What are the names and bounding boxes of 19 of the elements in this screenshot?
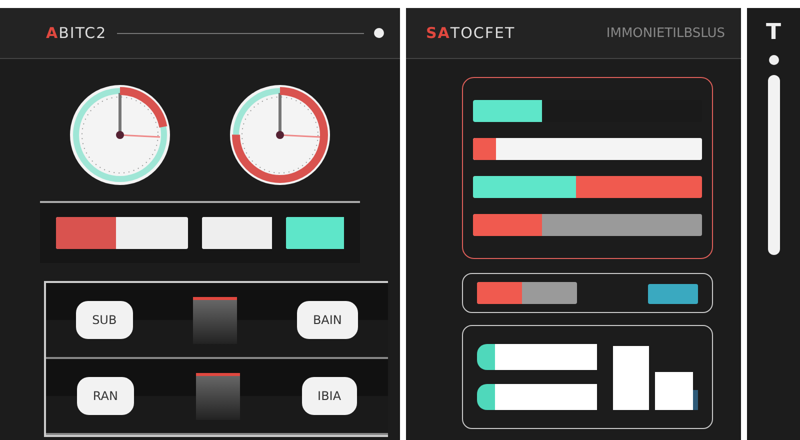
color-block[interactable]: [286, 217, 344, 249]
slider-slot: [196, 372, 240, 420]
list-item[interactable]: [477, 344, 597, 370]
panel-subtitle: IMMONIETILBSLUS: [606, 26, 725, 40]
panel-title: ABITC2: [46, 24, 107, 42]
slider-label[interactable]: SUB: [76, 301, 133, 339]
slider-label[interactable]: BAIN: [296, 301, 358, 339]
panel-title: SATOCFET: [426, 24, 516, 42]
status-chip-icon: [648, 284, 698, 304]
color-block[interactable]: [56, 217, 188, 249]
panel-title: T: [766, 19, 781, 45]
slider-label[interactable]: IBIA: [302, 377, 358, 415]
toggle-icon[interactable]: [374, 28, 384, 38]
color-block[interactable]: [202, 217, 272, 249]
slider-slot: [192, 296, 237, 344]
scroll-bar[interactable]: [768, 75, 780, 255]
status-dot-icon: [768, 55, 778, 65]
list-item[interactable]: [477, 384, 597, 410]
slider-label[interactable]: RAN: [76, 377, 134, 415]
